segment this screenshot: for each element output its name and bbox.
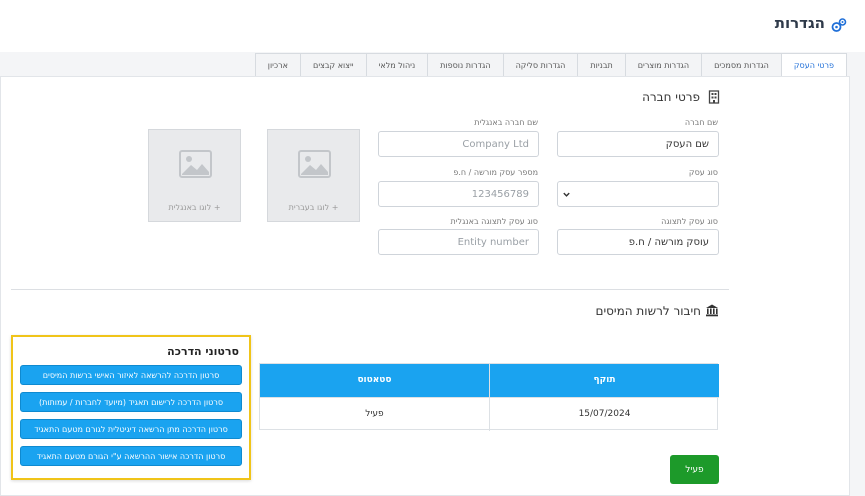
header-bar: הגדרות	[0, 0, 865, 52]
company-name-en-label: שם חברה באנגלית	[474, 118, 538, 127]
tab-additional-settings[interactable]: הגדרות נוספות	[427, 53, 504, 77]
company-name-input[interactable]	[557, 131, 719, 157]
video-button-authorization-approval[interactable]: סרטון הדרכה אישור ההרשאה ע"י הגורם מטעם …	[20, 446, 242, 466]
display-type-input[interactable]	[557, 229, 719, 255]
license-number-label: מספר עסק מורשה / ח.פ	[453, 168, 538, 177]
video-button-digital-authorization[interactable]: סרטון הדרכה מתן הרשאה דיגיטלית לגורם מטע…	[20, 419, 242, 439]
video-button-personal-area[interactable]: סרטון הדרכה להרשאה לאיזור האישי ברשות המ…	[20, 365, 242, 385]
building-icon	[708, 90, 720, 104]
display-type-en-input[interactable]	[378, 229, 539, 255]
logo-english-upload[interactable]: + לוגו באנגלית	[148, 129, 241, 222]
logo-english-label: + לוגו באנגלית	[168, 203, 221, 212]
page-title: הגדרות	[774, 14, 825, 32]
bank-icon	[706, 304, 718, 317]
tab-business-details[interactable]: פרטי העסק	[780, 53, 847, 77]
tutorial-videos-title: סרטוני הדרכה	[167, 345, 239, 358]
tax-status-table: תוקף סטאטוס 15/07/2024 פעיל	[259, 363, 719, 431]
tutorial-videos-panel: סרטוני הדרכה סרטון הדרכה להרשאה לאיזור ה…	[11, 335, 251, 480]
tab-clearing-settings[interactable]: הגדרות סליקה	[502, 53, 579, 77]
image-icon	[298, 150, 331, 178]
table-header-validity: תוקף	[490, 364, 719, 397]
logo-hebrew-upload[interactable]: + לוגו בעברית	[267, 129, 360, 222]
image-icon	[179, 150, 212, 178]
business-type-select[interactable]	[557, 181, 719, 207]
company-name-en-input[interactable]	[378, 131, 539, 157]
display-type-label: סוג עסק לתצוגה	[661, 217, 718, 226]
tab-document-settings[interactable]: הגדרות מסמכים	[701, 53, 782, 77]
table-cell-validity: 15/07/2024	[578, 409, 631, 419]
chevron-down-icon	[563, 192, 570, 197]
logo-hebrew-label: + לוגו בעברית	[288, 203, 339, 212]
tab-templates[interactable]: תבניות	[577, 53, 626, 77]
gears-icon	[831, 18, 847, 32]
section-divider	[11, 289, 729, 290]
business-type-label: סוג עסק	[688, 168, 718, 177]
settings-tabs: פרטי העסק הגדרות מסמכים הגדרות מוצרים תב…	[254, 53, 847, 77]
table-header-status: סטאטוס	[260, 364, 489, 397]
license-number-input[interactable]	[378, 181, 539, 207]
tab-file-export[interactable]: ייצוא קבצים	[300, 53, 367, 77]
page-scrollbar[interactable]	[851, 76, 865, 496]
tax-section-title: חיבור לרשות המיסים	[595, 304, 702, 318]
video-button-corporate-registration[interactable]: סרטון הדרכה לרישום תאגיד (מיועד לחברות /…	[20, 392, 242, 412]
tab-product-settings[interactable]: הגדרות מוצרים	[624, 53, 703, 77]
display-type-en-label: סוג עסק לתצוגה באנגלית	[450, 217, 539, 226]
company-section-title: פרטי חברה	[642, 90, 700, 104]
table-cell-status: פעיל	[365, 409, 384, 419]
tab-inventory[interactable]: ניהול מלאי	[365, 53, 429, 77]
tax-status-button[interactable]: פעיל	[670, 455, 719, 484]
tab-archive[interactable]: ארכיון	[254, 53, 302, 77]
company-name-label: שם חברה	[684, 118, 718, 127]
